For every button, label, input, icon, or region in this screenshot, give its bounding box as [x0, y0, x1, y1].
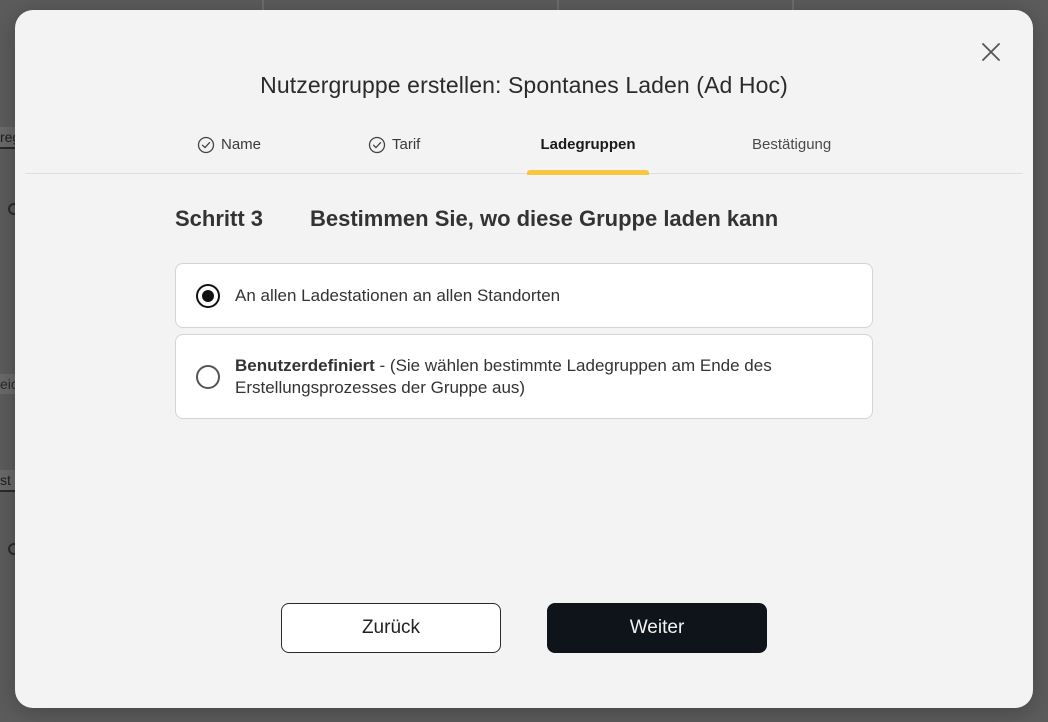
step-label: Schritt 3: [175, 206, 264, 231]
tab-label: Name: [221, 136, 262, 153]
tab-bestaetigung[interactable]: Bestätigung: [752, 136, 831, 174]
radio-unselected[interactable]: [196, 365, 220, 389]
next-button[interactable]: Weiter: [547, 603, 767, 653]
check-circle-icon: [368, 136, 386, 154]
close-button[interactable]: [979, 40, 1003, 64]
close-icon: [982, 43, 1000, 61]
check-circle-icon: [197, 136, 215, 154]
background-divider: [262, 0, 264, 10]
tab-tarif[interactable]: Tarif: [368, 136, 420, 174]
option-label-strong: Benutzerdefiniert: [235, 356, 375, 375]
option-custom[interactable]: Benutzerdefiniert - (Sie wählen bestimmt…: [175, 334, 873, 419]
wizard-steps: Name Tarif Ladegruppen Bestätigung: [25, 136, 1023, 175]
tab-name[interactable]: Name: [197, 136, 261, 174]
step-heading: Bestimmen Sie, wo diese Gruppe laden kan…: [310, 206, 779, 231]
option-label: Benutzerdefiniert - (Sie wählen bestimmt…: [235, 355, 832, 399]
option-all-stations[interactable]: An allen Ladestationen an allen Standort…: [175, 263, 873, 328]
radio-selected[interactable]: [196, 284, 220, 308]
tab-label: Bestätigung: [752, 136, 832, 153]
create-user-group-dialog: Nutzergruppe erstellen: Spontanes Laden …: [15, 10, 1033, 708]
dialog-title: Nutzergruppe erstellen: Spontanes Laden …: [260, 72, 788, 98]
tab-ladegruppen[interactable]: Ladegruppen: [527, 136, 649, 175]
tab-label: Tarif: [392, 136, 421, 153]
option-label: An allen Ladestationen an allen Standort…: [235, 286, 561, 305]
step-header: Schritt 3 Bestimmen Sie, wo diese Gruppe…: [175, 206, 778, 232]
back-button[interactable]: Zurück: [281, 603, 501, 653]
background-text-fragment: st: [0, 470, 15, 492]
tab-label: Ladegruppen: [540, 136, 636, 153]
background-divider: [557, 0, 559, 10]
background-divider: [792, 0, 794, 10]
